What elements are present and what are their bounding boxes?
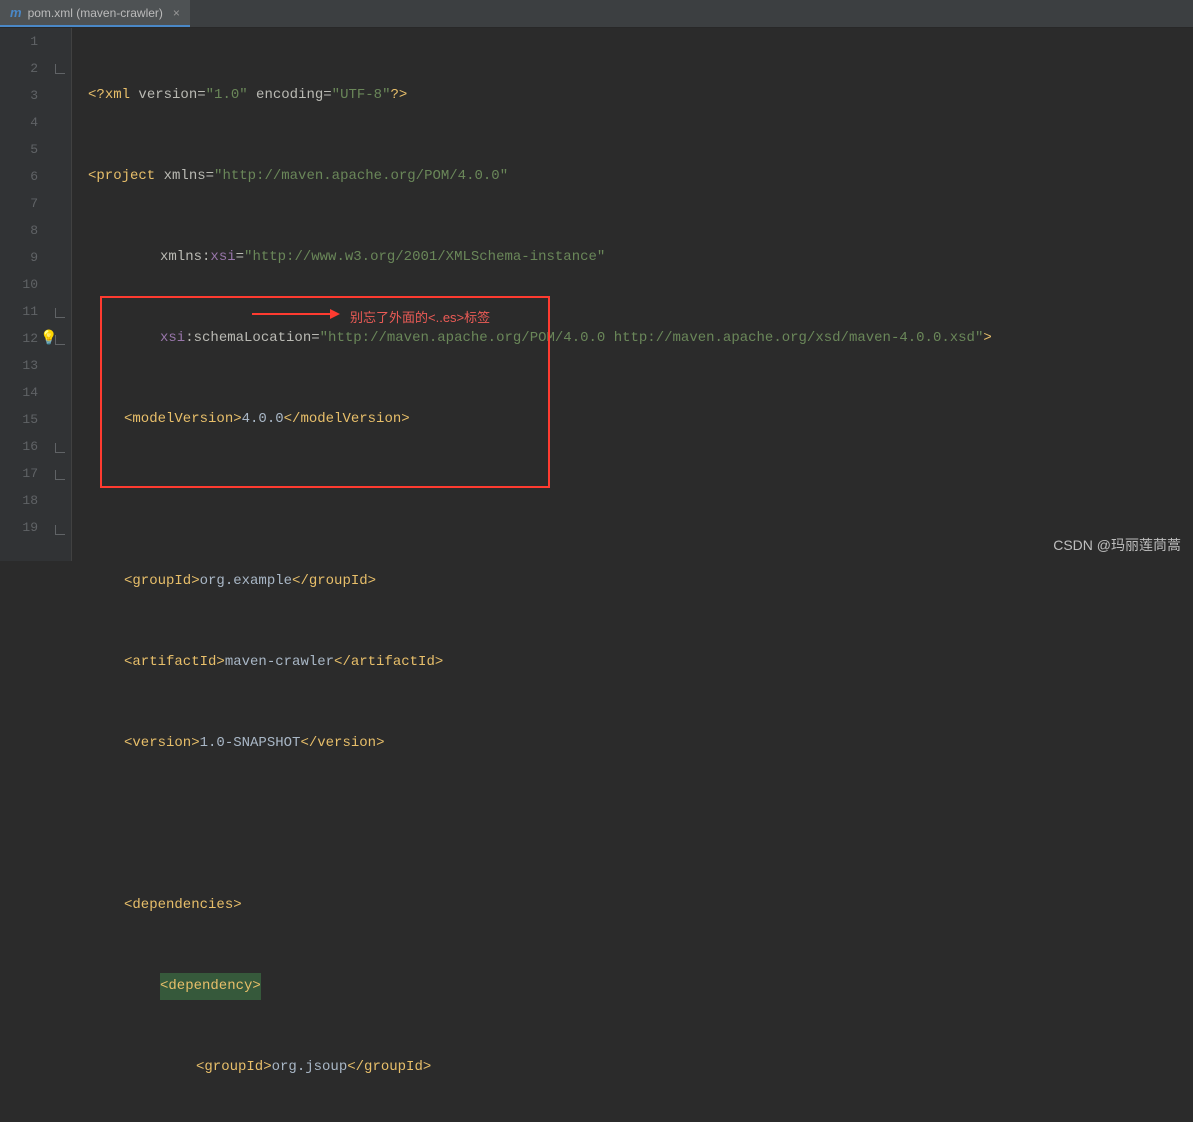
line-number: 17 [0, 460, 38, 487]
line-number: 9 [0, 244, 38, 271]
code-line: <dependencies> [88, 892, 992, 919]
code-line: xsi:schemaLocation="http://maven.apache.… [88, 325, 992, 352]
line-number: 12 [0, 325, 38, 352]
code-area[interactable]: <?xml version="1.0" encoding="UTF-8"?> <… [72, 28, 992, 561]
line-number: 14 [0, 379, 38, 406]
code-line: <project xmlns="http://maven.apache.org/… [88, 163, 992, 190]
tab-label: pom.xml (maven-crawler) [28, 6, 163, 20]
line-number: 2 [0, 55, 38, 82]
file-tab[interactable]: m pom.xml (maven-crawler) × [0, 0, 190, 27]
fold-marker[interactable] [55, 443, 65, 453]
code-line: <modelVersion>4.0.0</modelVersion> [88, 406, 992, 433]
watermark: CSDN @玛丽莲茼蒿 [1053, 535, 1181, 555]
line-number: 7 [0, 190, 38, 217]
line-number: 10 [0, 271, 38, 298]
line-number: 16 [0, 433, 38, 460]
fold-marker[interactable] [55, 308, 65, 318]
maven-icon: m [10, 5, 22, 20]
line-number: 4 [0, 109, 38, 136]
code-line: <dependency> [88, 973, 992, 1000]
xml-decl: <?xml version="1.0" encoding="UTF-8"?> [88, 82, 407, 109]
line-number: 19 [0, 514, 38, 541]
code-line: <artifactId>maven-crawler</artifactId> [88, 649, 992, 676]
arrow-icon [252, 306, 342, 322]
editor[interactable]: 1 2 3 4 5 6 7 8 9 10 11 12 13 14 15 16 1… [0, 28, 1193, 561]
fold-marker[interactable] [55, 525, 65, 535]
annotation-label: 别忘了外面的<..es>标签 [350, 304, 490, 331]
gutter: 1 2 3 4 5 6 7 8 9 10 11 12 13 14 15 16 1… [0, 28, 52, 561]
line-number: 8 [0, 217, 38, 244]
code-line: <version>1.0-SNAPSHOT</version> [88, 730, 992, 757]
line-number: 13 [0, 352, 38, 379]
line-number: 18 [0, 487, 38, 514]
fold-column: 💡 [52, 28, 72, 561]
bulb-icon[interactable]: 💡 [40, 330, 57, 347]
line-number: 11 [0, 298, 38, 325]
close-icon[interactable]: × [173, 6, 180, 20]
code-line: <groupId>org.example</groupId> [88, 568, 992, 595]
line-number: 1 [0, 28, 38, 55]
line-number: 15 [0, 406, 38, 433]
fold-marker[interactable] [55, 470, 65, 480]
tab-bar: m pom.xml (maven-crawler) × [0, 0, 1193, 28]
line-number: 3 [0, 82, 38, 109]
line-number: 6 [0, 163, 38, 190]
code-line: xmlns:xsi="http://www.w3.org/2001/XMLSch… [88, 244, 992, 271]
code-line: <groupId>org.jsoup</groupId> [88, 1054, 992, 1081]
code-line [88, 811, 992, 838]
fold-marker[interactable] [55, 64, 65, 74]
code-line: <?xml version="1.0" encoding="UTF-8"?> [88, 82, 992, 109]
code-line [88, 487, 992, 514]
line-number: 5 [0, 136, 38, 163]
